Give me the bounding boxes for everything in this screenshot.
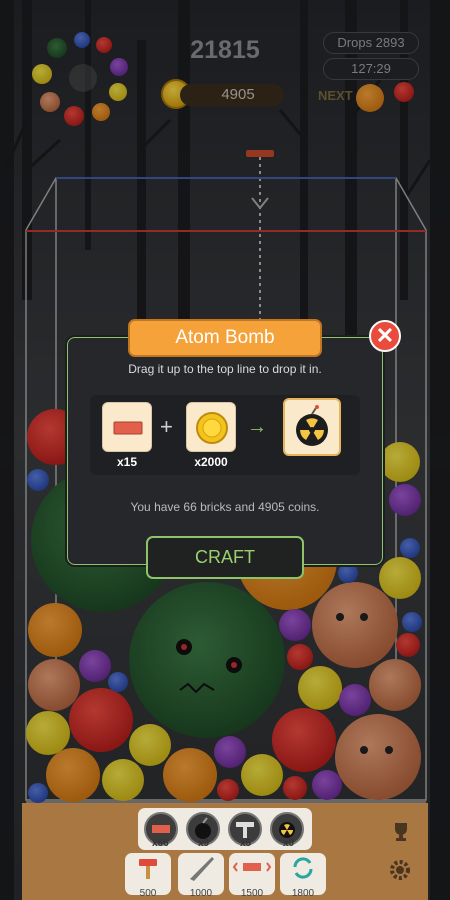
arrow-right-icon: → bbox=[247, 416, 267, 438]
dialog-title: Atom Bomb bbox=[128, 319, 322, 357]
craft-button[interactable]: CRAFT bbox=[146, 536, 304, 579]
shuffle-tool-button[interactable]: 1800 bbox=[280, 853, 326, 899]
coin-ingredient-card bbox=[186, 402, 236, 452]
timer-display: 127:29 bbox=[323, 58, 419, 80]
plus-symbol: + bbox=[160, 414, 173, 439]
radiation-bomb-icon bbox=[296, 405, 328, 446]
brick-quantity: x15 bbox=[116, 455, 138, 469]
knife-icon bbox=[190, 857, 214, 881]
shake-tool-button[interactable]: 1500 bbox=[229, 853, 275, 899]
brick-ingredient-card bbox=[102, 402, 152, 452]
brick-icon bbox=[113, 421, 143, 435]
hammer-icon bbox=[139, 859, 157, 879]
atom-bomb-result-card bbox=[283, 398, 341, 456]
settings-gear-icon[interactable] bbox=[388, 858, 412, 887]
close-button[interactable]: ✕ bbox=[369, 320, 401, 352]
inventory-brick-count: x66 bbox=[152, 838, 169, 849]
next-fruit-label: NEXT bbox=[318, 88, 353, 103]
coin-icon bbox=[196, 412, 228, 444]
trophy-icon[interactable] bbox=[390, 820, 412, 847]
inventory-summary: You have 66 bricks and 4905 coins. bbox=[130, 500, 320, 514]
score-display: 21815 bbox=[190, 36, 260, 64]
refresh-icon bbox=[293, 857, 313, 879]
shake-icon bbox=[232, 862, 272, 872]
inventory-atom-bomb-count: x0 bbox=[283, 838, 295, 849]
shake-price: 1500 bbox=[240, 888, 264, 899]
shuffle-price: 1800 bbox=[291, 888, 315, 899]
knife-tool-button[interactable]: 1000 bbox=[178, 853, 224, 899]
coin-quantity: x2000 bbox=[194, 455, 228, 469]
inventory-bomb-count: x9 bbox=[198, 838, 210, 849]
knife-price: 1000 bbox=[189, 888, 213, 899]
inventory-hammer-count: x5 bbox=[240, 838, 252, 849]
dialog-hint: Drag it up to the top line to drop it in… bbox=[128, 362, 322, 376]
coin-balance: 4905 bbox=[180, 84, 284, 106]
hammer-tool-button[interactable]: 500 bbox=[125, 853, 171, 899]
drops-counter: Drops 2893 bbox=[323, 32, 419, 54]
hammer-price: 500 bbox=[139, 888, 157, 899]
